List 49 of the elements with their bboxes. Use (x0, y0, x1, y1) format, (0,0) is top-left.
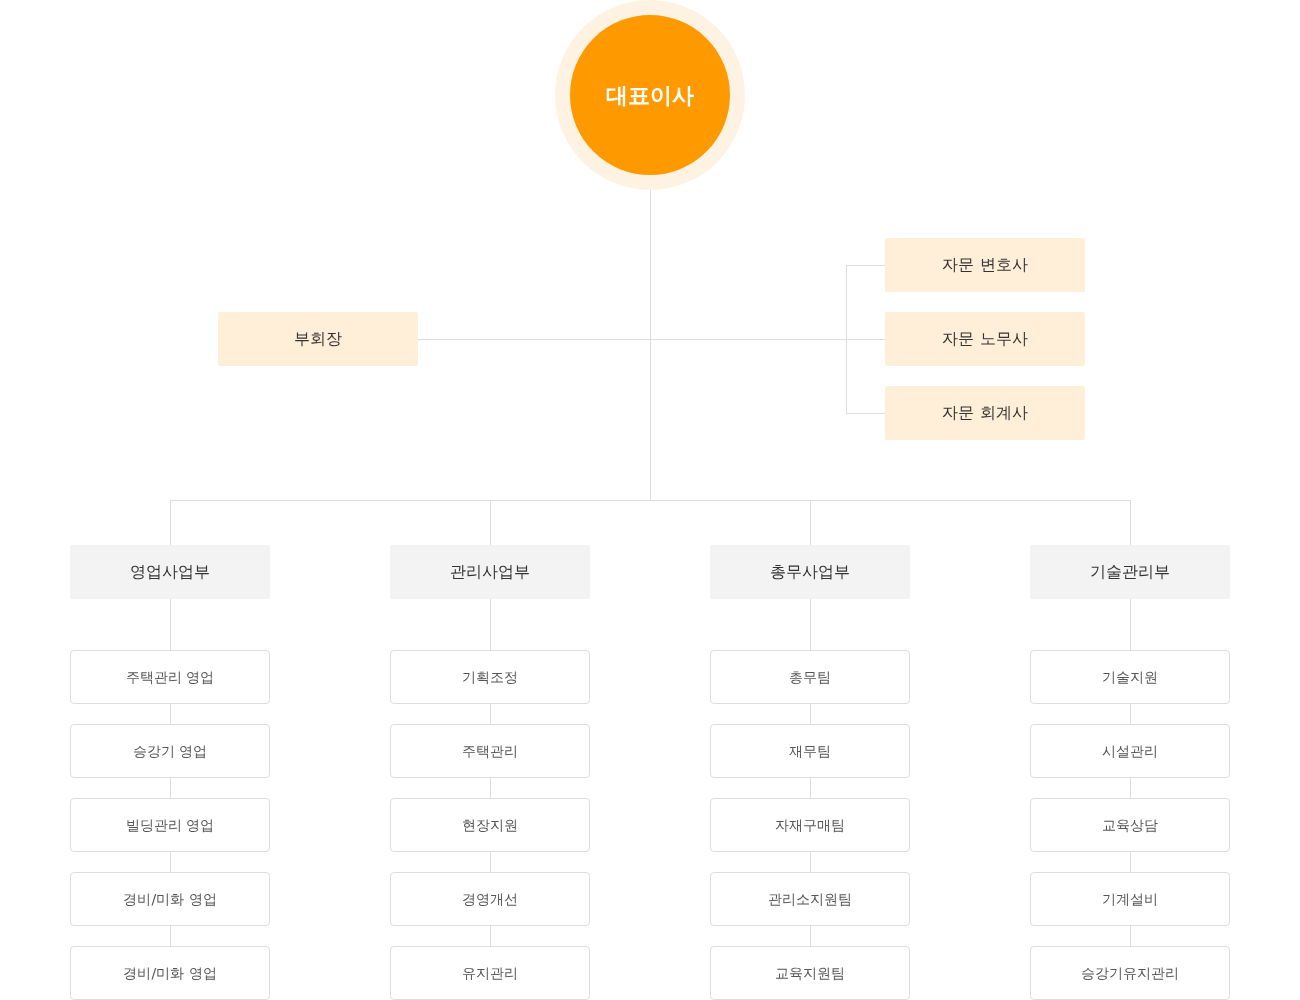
team-node: 재무팀 (710, 724, 910, 778)
connector-line (490, 598, 491, 651)
connector-line (810, 703, 811, 725)
team-node: 주택관리 (390, 724, 590, 778)
team-node: 경영개선 (390, 872, 590, 926)
connector-line (1130, 777, 1131, 799)
team-node: 승강기유지관리 (1030, 946, 1230, 1000)
team-node: 교육상담 (1030, 798, 1230, 852)
team-node: 교육지원팀 (710, 946, 910, 1000)
connector-line (170, 598, 171, 651)
team-node: 유지관리 (390, 946, 590, 1000)
vice-chair-node: 부회장 (218, 312, 418, 366)
team-node: 경비/미화 영업 (70, 872, 270, 926)
team-node: 현장지원 (390, 798, 590, 852)
department-node: 총무사업부 (710, 545, 910, 599)
team-node: 기획조정 (390, 650, 590, 704)
connector-line (1130, 925, 1131, 947)
team-node: 관리소지원팀 (710, 872, 910, 926)
team-node: 총무팀 (710, 650, 910, 704)
team-node: 주택관리 영업 (70, 650, 270, 704)
connector-line (1130, 598, 1131, 651)
connector-line (810, 925, 811, 947)
connector-line (490, 703, 491, 725)
connector-line (810, 851, 811, 873)
connector-line (170, 777, 171, 799)
team-node: 시설관리 (1030, 724, 1230, 778)
department-node: 관리사업부 (390, 545, 590, 599)
connector-line (810, 777, 811, 799)
team-node: 기술지원 (1030, 650, 1230, 704)
team-node: 자재구매팀 (710, 798, 910, 852)
department-node: 영업사업부 (70, 545, 270, 599)
connector-line (1130, 703, 1131, 725)
connector-line (170, 703, 171, 725)
advisor-node: 자문 노무사 (885, 312, 1085, 366)
connector-line (490, 777, 491, 799)
advisor-node: 자문 변호사 (885, 238, 1085, 292)
team-node: 승강기 영업 (70, 724, 270, 778)
connector-line (1130, 851, 1131, 873)
connector-line (170, 851, 171, 873)
connector-line (170, 925, 171, 947)
connector-line (810, 598, 811, 651)
department-node: 기술관리부 (1030, 545, 1230, 599)
advisor-node: 자문 회계사 (885, 386, 1085, 440)
team-node: 경비/미화 영업 (70, 946, 270, 1000)
connector-line (490, 851, 491, 873)
connector-line (490, 925, 491, 947)
team-node: 빌딩관리 영업 (70, 798, 270, 852)
team-node: 기계설비 (1030, 872, 1230, 926)
ceo-node: 대표이사 (555, 0, 745, 190)
